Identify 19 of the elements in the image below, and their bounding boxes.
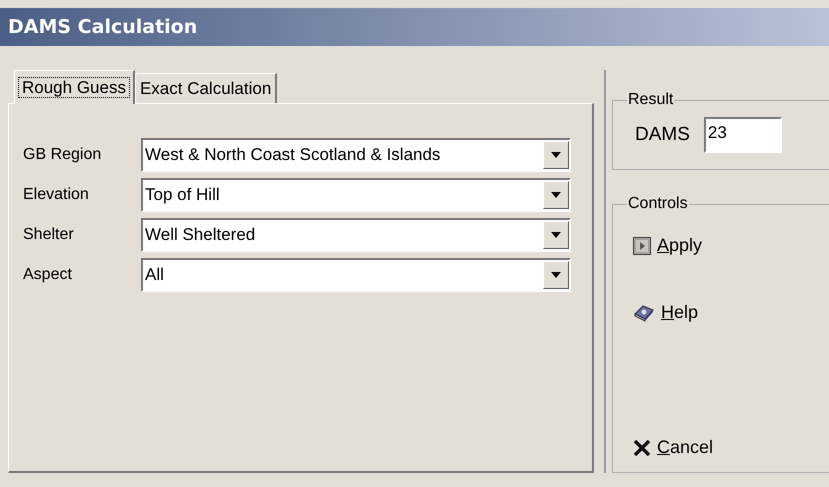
result-field[interactable]: 23 xyxy=(704,117,782,153)
dropdown-field[interactable]: Well Sheltered xyxy=(141,218,571,252)
play-icon[interactable] xyxy=(633,236,651,254)
tab[interactable]: Exact Calculation xyxy=(134,73,278,103)
dropdown-field[interactable]: All xyxy=(141,258,571,292)
field-label: Elevation xyxy=(23,186,90,204)
close-icon[interactable] xyxy=(633,440,651,456)
window-title: DAMS Calculation xyxy=(8,16,198,38)
action-button[interactable]: Apply xyxy=(657,235,702,256)
book-icon[interactable] xyxy=(633,304,655,322)
action-button[interactable]: Cancel xyxy=(657,437,714,458)
tab[interactable]: Rough Guess xyxy=(14,70,135,104)
result-label: DAMS xyxy=(635,124,690,146)
field-label: Shelter xyxy=(23,226,75,244)
field-label: Aspect xyxy=(23,266,73,284)
dropdown-field[interactable]: Top of Hill xyxy=(141,178,571,212)
action-button[interactable]: Help xyxy=(661,302,698,323)
field-label: GB Region xyxy=(23,146,102,164)
dropdown-field[interactable]: West & North Coast Scotland & Islands xyxy=(141,138,571,172)
